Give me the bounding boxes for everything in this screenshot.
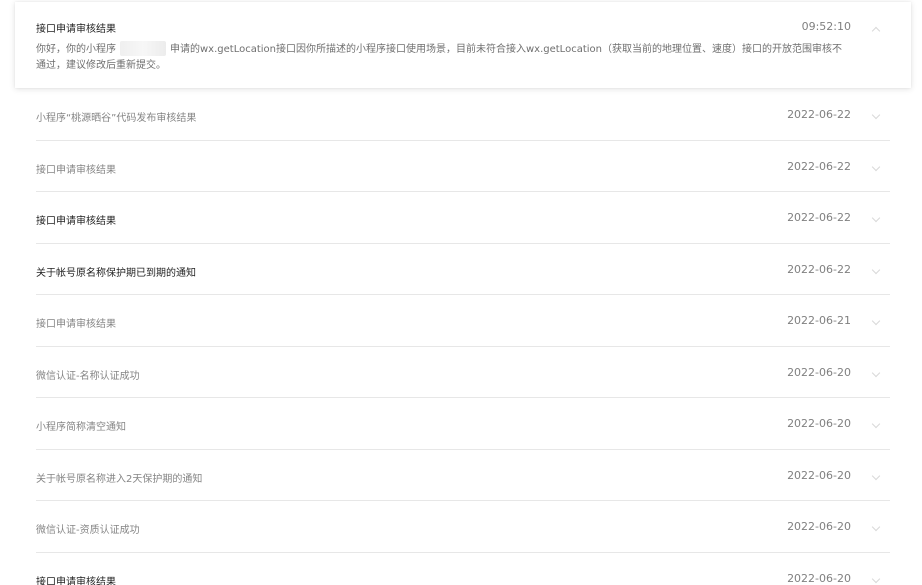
message-date: 2022-06-20 [787, 520, 851, 533]
message-date: 2022-06-22 [787, 108, 851, 121]
message-title: 接口申请审核结果 [36, 164, 116, 176]
chevron-down-icon[interactable] [871, 213, 881, 223]
chevron-down-icon[interactable] [871, 265, 881, 274]
message-list: 小程序“桃源晒谷”代码发布审核结果 2022-06-22 接口申请审核结果 20… [36, 89, 890, 585]
message-title: 接口申请审核结果 [36, 216, 116, 227]
message-row[interactable]: 微信认证-名称认证成功 2022-06-20 [36, 347, 890, 398]
chevron-down-icon[interactable] [871, 471, 881, 480]
message-row[interactable]: 小程序简称清空通知 2022-06-20 [36, 398, 890, 450]
message-date: 2022-06-20 [787, 365, 851, 379]
message-row[interactable]: 小程序“桃源晒谷”代码发布审核结果 2022-06-22 [36, 89, 890, 141]
message-title: 小程序简称清空通知 [36, 422, 126, 433]
message-row[interactable]: 微信认证-资质认证成功 2022-06-20 [36, 501, 890, 553]
message-title: 关于帐号原名称进入2天保护期的通知 [36, 473, 203, 485]
chevron-down-icon[interactable] [871, 110, 881, 120]
message-title: 小程序“桃源晒谷”代码发布审核结果 [36, 113, 197, 124]
message-title: 关于帐号原名称保护期已到期的通知 [36, 267, 196, 279]
chevron-down-icon[interactable] [871, 368, 881, 377]
message-date: 2022-06-20 [787, 571, 851, 585]
chevron-down-icon[interactable] [871, 162, 881, 171]
message-list-page: 接口申请审核结果 09:52:10 你好，你的小程序 申请的wx.getLocat… [0, 0, 922, 585]
message-title: 接口申请审核结果 [36, 319, 116, 330]
message-row[interactable]: 接口申请审核结果 2022-06-22 [36, 141, 890, 192]
message-date: 2022-06-22 [787, 159, 851, 173]
chevron-down-icon[interactable] [871, 574, 881, 583]
message-row[interactable]: 关于帐号原名称保护期已到期的通知 2022-06-22 [36, 244, 890, 295]
message-title: 微信认证-资质认证成功 [36, 525, 140, 536]
redacted-app-name [120, 41, 166, 56]
message-title: 微信认证-名称认证成功 [36, 370, 140, 382]
expanded-message-time: 09:52:10 [801, 20, 851, 33]
message-row[interactable]: 关于帐号原名称进入2天保护期的通知 2022-06-20 [36, 450, 890, 501]
message-date: 2022-06-20 [787, 417, 851, 430]
chevron-up-icon[interactable] [871, 26, 881, 36]
message-date: 2022-06-20 [787, 468, 851, 482]
expanded-message-card[interactable]: 接口申请审核结果 09:52:10 你好，你的小程序 申请的wx.getLocat… [15, 2, 911, 88]
message-date: 2022-06-22 [787, 211, 851, 224]
chevron-down-icon[interactable] [871, 522, 881, 532]
message-row[interactable]: 接口申请审核结果 2022-06-20 [36, 553, 890, 585]
expanded-message-title: 接口申请审核结果 [36, 24, 116, 35]
message-row[interactable]: 接口申请审核结果 2022-06-21 [36, 295, 890, 347]
message-title: 接口申请审核结果 [36, 576, 116, 585]
message-date: 2022-06-22 [787, 262, 851, 276]
chevron-down-icon[interactable] [871, 419, 881, 429]
chevron-down-icon[interactable] [871, 316, 881, 326]
body-prefix: 你好，你的小程序 [36, 44, 116, 55]
message-row[interactable]: 接口申请审核结果 2022-06-22 [36, 192, 890, 244]
message-date: 2022-06-21 [787, 314, 851, 327]
expanded-message-body: 你好，你的小程序 申请的wx.getLocation接口因你所描述的小程序接口使用… [36, 41, 846, 74]
